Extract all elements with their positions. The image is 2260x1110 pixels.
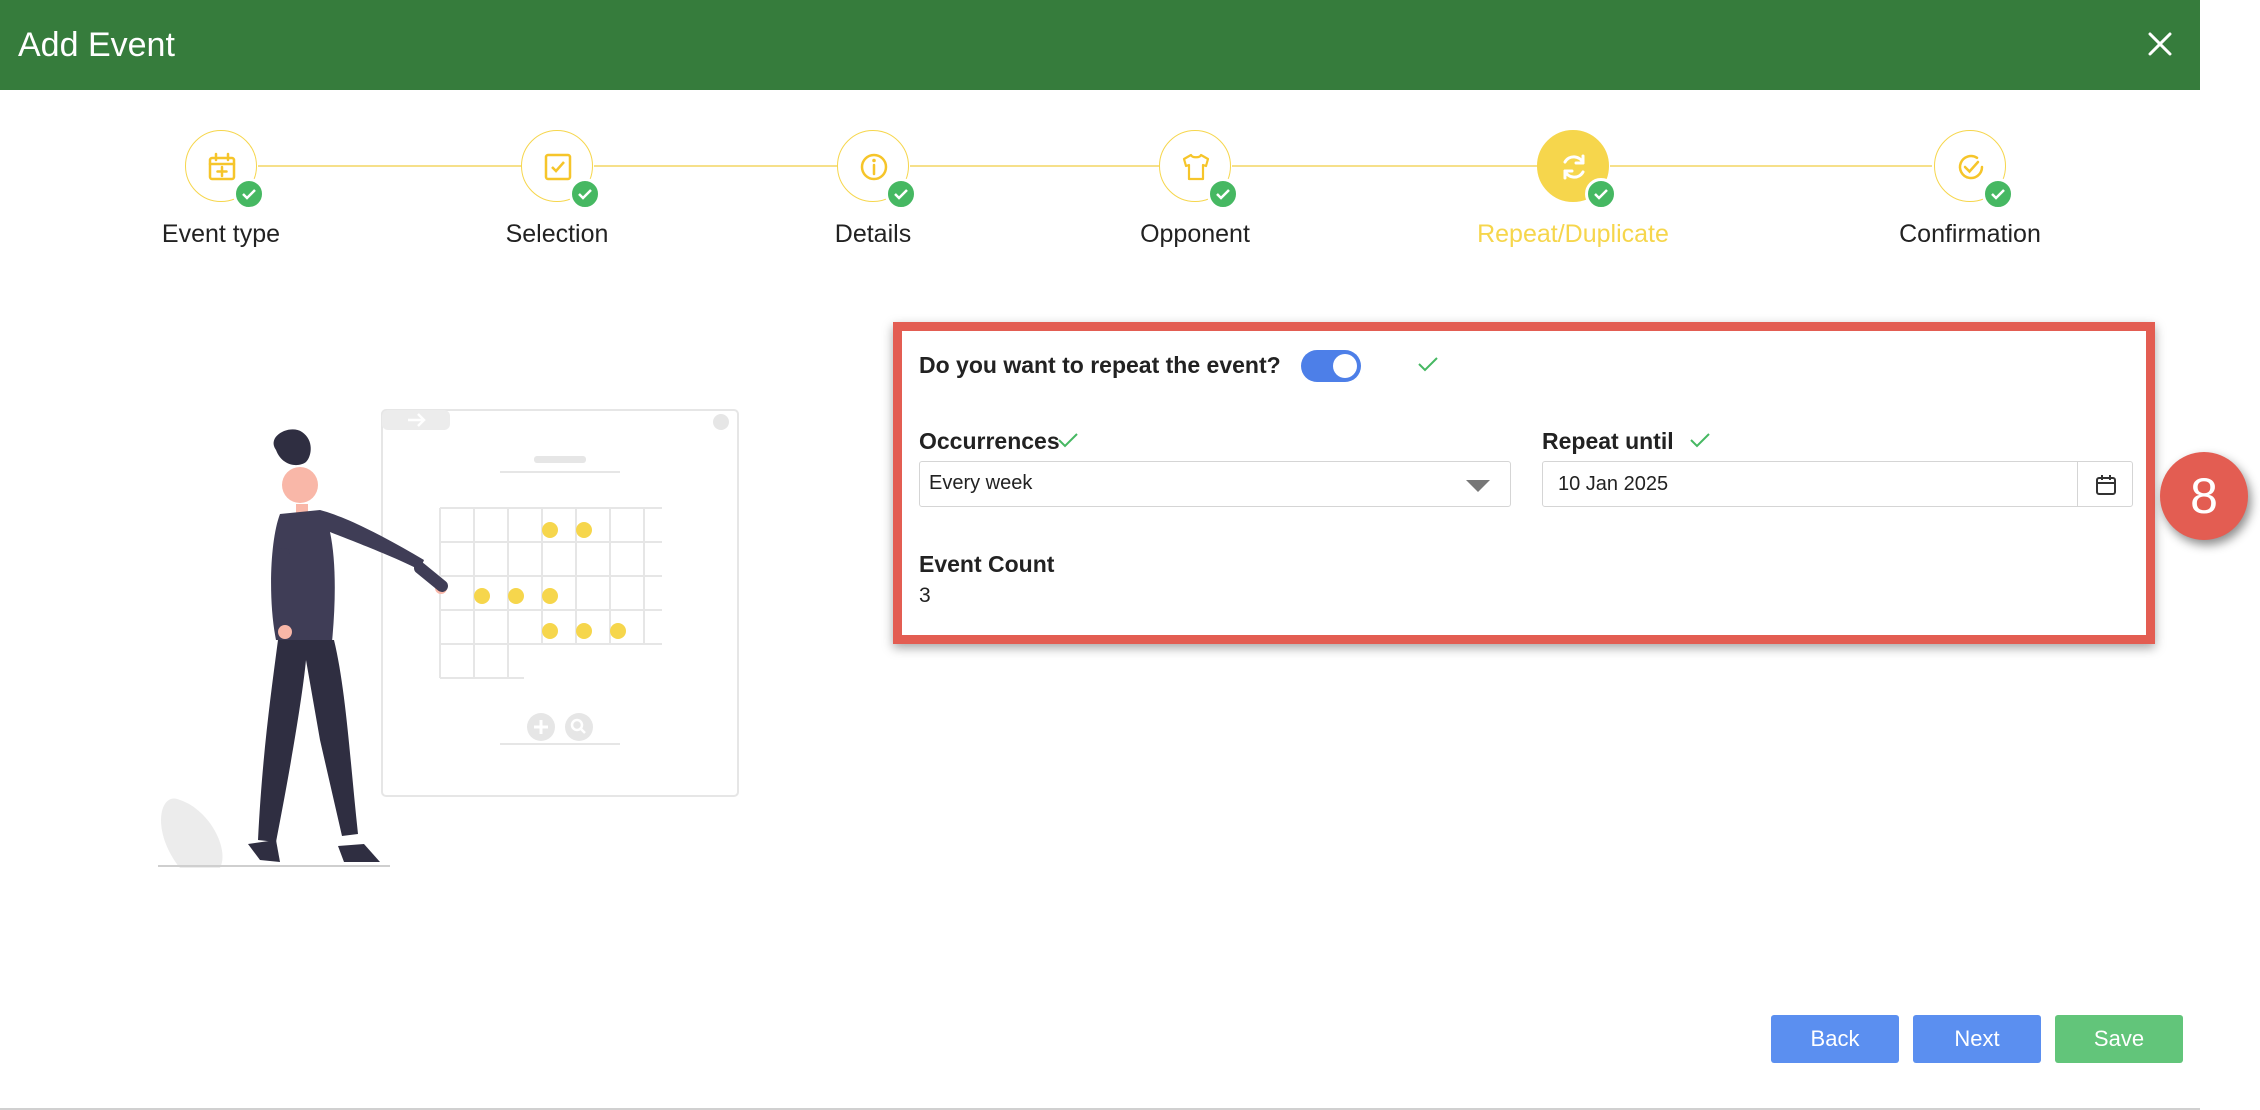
step-details[interactable]: Details [743, 130, 1003, 260]
calendar-button[interactable] [2077, 461, 2133, 507]
step-label: Opponent [1140, 220, 1250, 248]
next-button[interactable]: Next [1913, 1015, 2041, 1063]
back-button[interactable]: Back [1771, 1015, 1899, 1063]
occurrences-label: Occurrences [919, 428, 1060, 454]
step-event-type[interactable]: Event type [91, 130, 351, 260]
repeat-settings-panel: Do you want to repeat the event? Occurre… [893, 322, 2155, 644]
valid-check-icon [1058, 433, 1078, 448]
save-button[interactable]: Save [2055, 1015, 2183, 1063]
step-label: Repeat/Duplicate [1477, 220, 1669, 248]
annotation-marker: 8 [2160, 452, 2248, 540]
calendar-icon [2096, 475, 2116, 495]
step-label: Event type [161, 220, 281, 248]
step-opponent[interactable]: Opponent [1065, 130, 1325, 260]
modal-title: Add Event [18, 26, 175, 64]
step-done-check-icon [1207, 178, 1239, 210]
repeat-toggle[interactable] [1301, 350, 1361, 382]
repeat-until-label: Repeat until [1542, 428, 1674, 454]
step-selection[interactable]: Selection [427, 130, 687, 260]
step-done-check-icon [1982, 178, 2014, 210]
close-icon[interactable] [2140, 24, 2180, 64]
step-confirmation[interactable]: Confirmation [1840, 130, 2100, 260]
calendar-illustration [158, 409, 739, 868]
step-repeat-duplicate[interactable]: Repeat/Duplicate [1443, 130, 1703, 260]
valid-check-icon [1418, 357, 1438, 372]
step-done-check-icon [233, 178, 265, 210]
occurrences-value: Every week [929, 472, 1033, 494]
modal-header: Add Event [0, 0, 2200, 90]
step-done-check-icon [1585, 178, 1617, 210]
event-count-value: 3 [919, 584, 931, 607]
step-label: Details [834, 220, 912, 248]
chevron-down-icon [1466, 480, 1490, 492]
step-label: Selection [505, 220, 609, 248]
event-count-label: Event Count [919, 551, 1055, 577]
step-done-check-icon [569, 178, 601, 210]
toggle-knob [1333, 354, 1357, 378]
step-done-check-icon [885, 178, 917, 210]
step-label: Confirmation [1899, 220, 2041, 248]
repeat-question-label: Do you want to repeat the event? [919, 352, 1281, 378]
occurrences-select[interactable]: Every week [919, 461, 1511, 507]
repeat-until-input[interactable] [1542, 461, 2078, 507]
valid-check-icon [1690, 433, 1710, 448]
